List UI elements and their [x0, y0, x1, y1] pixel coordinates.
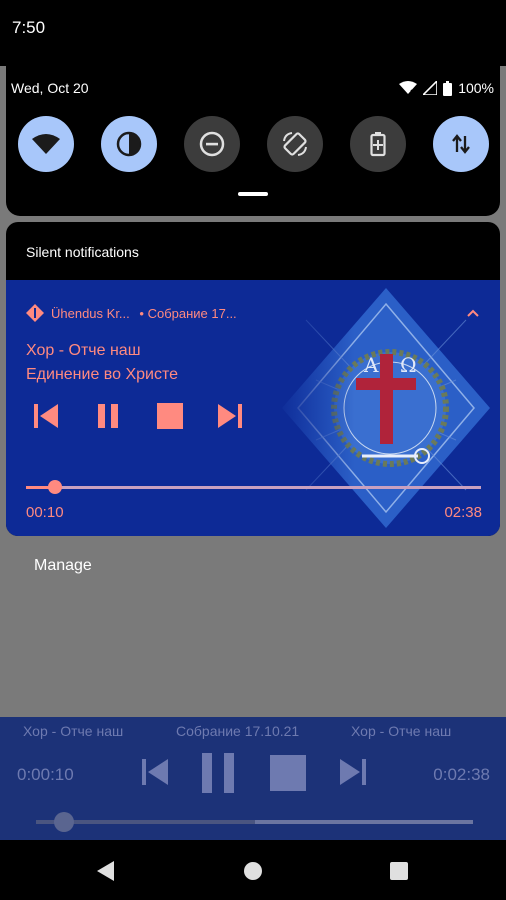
notification-subtext: • Собрание 17...	[139, 306, 237, 321]
panel-drag-handle[interactable]	[238, 192, 268, 196]
track-artist: Единение во Христе	[26, 366, 179, 383]
notification-shade: Silent notifications A Ω Ühe	[6, 222, 500, 536]
cell-signal-icon	[423, 81, 438, 95]
skip-next-button[interactable]	[216, 402, 244, 430]
stop-button[interactable]	[156, 402, 184, 430]
wifi-icon	[32, 134, 60, 154]
player-elapsed: 0:00:10	[17, 765, 74, 784]
battery-saver-icon	[370, 132, 386, 157]
collapse-chevron-icon[interactable]	[466, 308, 480, 318]
invert-colors-icon	[116, 131, 142, 157]
auto-rotate-icon	[283, 132, 307, 156]
player-pause-button[interactable]	[200, 753, 236, 793]
battery-icon	[443, 80, 453, 96]
album-art: A Ω	[276, 280, 500, 536]
date-label: Wed, Oct 20	[11, 80, 89, 96]
invert-colors-tile[interactable]	[101, 116, 157, 172]
do-not-disturb-tile[interactable]	[184, 116, 240, 172]
media-notification[interactable]: A Ω Ühendus Kr... • Собрание 17... Хор -…	[6, 280, 500, 536]
app-name-row: Ühendus Kr... • Собрание 17...	[51, 306, 237, 321]
wifi-tile[interactable]	[18, 116, 74, 172]
total-time: 02:38	[444, 504, 482, 521]
battery-percent: 100%	[458, 80, 494, 96]
navigation-bar	[0, 840, 506, 900]
player-next-button[interactable]	[338, 757, 368, 787]
auto-rotate-tile[interactable]	[267, 116, 323, 172]
recents-icon[interactable]	[390, 862, 408, 880]
mobile-data-icon	[452, 134, 470, 154]
app-icon	[26, 304, 44, 322]
player-total: 0:02:38	[433, 765, 490, 784]
do-not-disturb-icon	[199, 131, 225, 157]
app-name: Ühendus Kr...	[51, 306, 130, 321]
player-center-title: Собрание 17.10.21	[176, 723, 300, 739]
system-icons: 100%	[399, 80, 494, 96]
player-right-title: Хор - Отче наш	[351, 723, 452, 739]
skip-previous-button[interactable]	[32, 402, 60, 430]
wifi-signal-icon	[399, 81, 418, 95]
home-icon[interactable]	[243, 861, 263, 881]
player-seek-thumb[interactable]	[53, 812, 74, 832]
status-bar	[0, 0, 506, 66]
elapsed-time: 00:10	[26, 504, 64, 521]
battery-saver-tile[interactable]	[350, 116, 406, 172]
seek-bar-thumb[interactable]	[47, 480, 62, 494]
mobile-data-tile[interactable]	[433, 116, 489, 172]
seek-bar-track[interactable]	[26, 486, 481, 489]
silent-notifications-header: Silent notifications	[26, 244, 139, 260]
player-left-title: Хор - Отче наш	[23, 723, 124, 739]
player-stop-button[interactable]	[270, 755, 306, 791]
track-title: Хор - Отче наш	[26, 342, 141, 359]
pause-button[interactable]	[94, 402, 122, 430]
status-time: 7:50	[12, 18, 46, 37]
player-previous-button[interactable]	[140, 757, 170, 787]
app-player-bar: Хор - Отче наш Собрание 17.10.21 Хор - О…	[0, 717, 506, 840]
back-icon[interactable]	[96, 860, 116, 882]
manage-button[interactable]: Manage	[34, 557, 92, 575]
